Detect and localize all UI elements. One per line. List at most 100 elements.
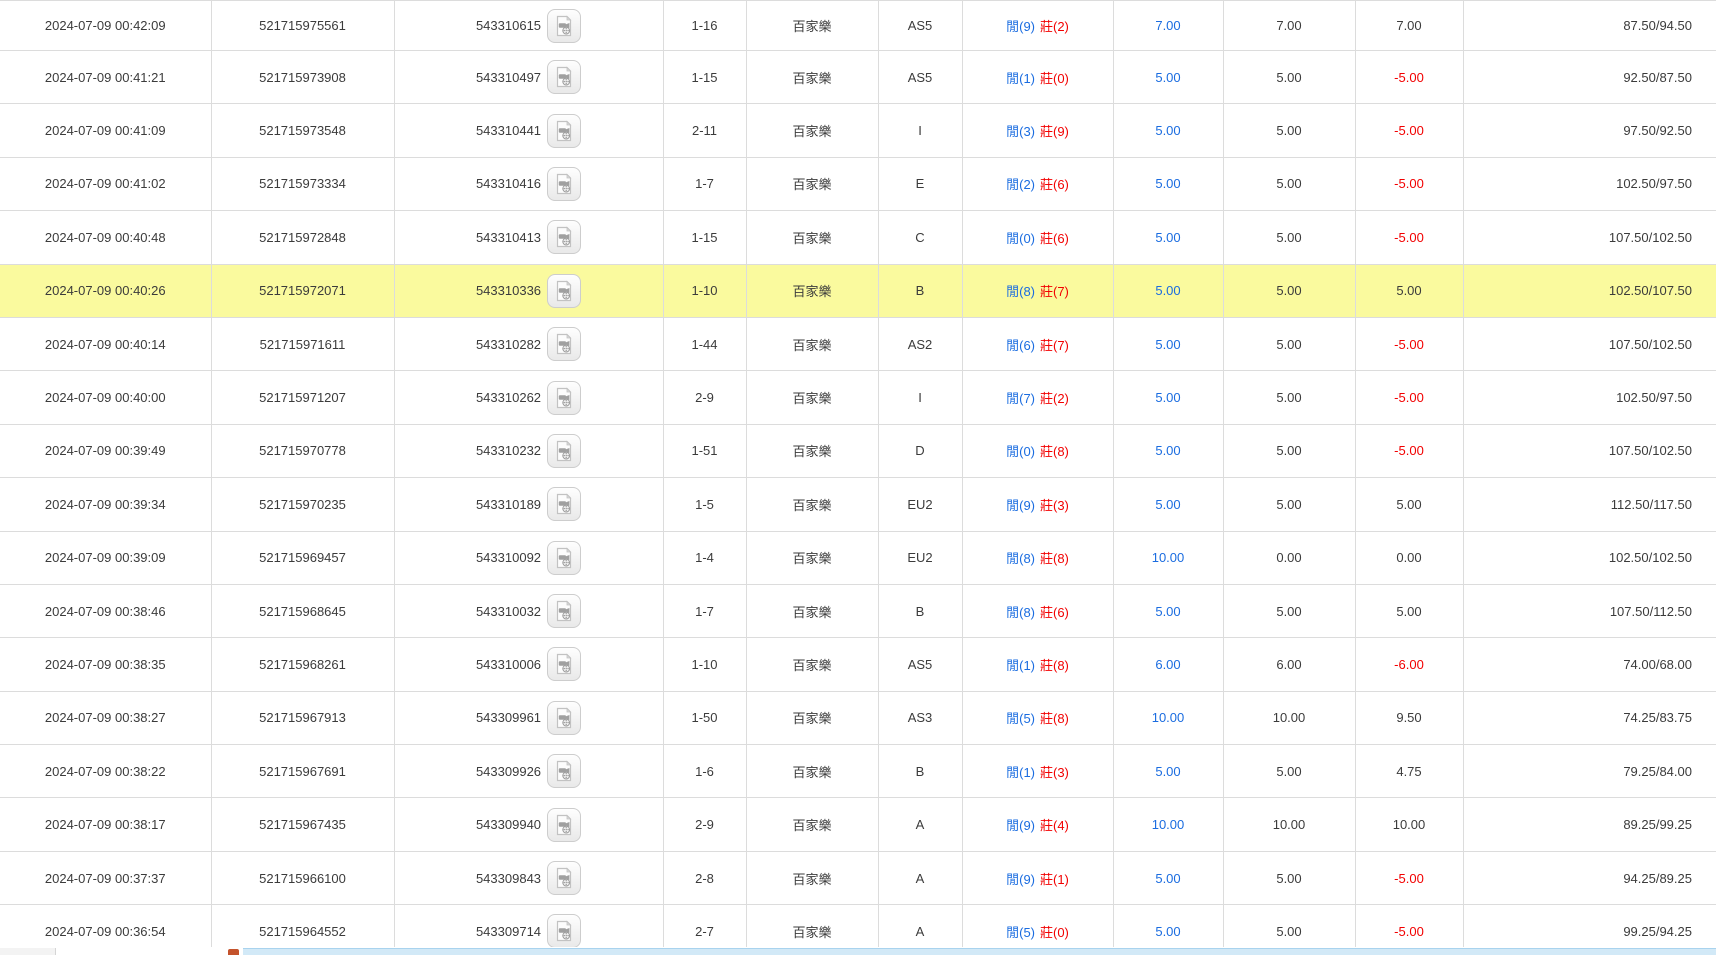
bet-amount-cell: 5.00 — [1113, 104, 1223, 157]
video-replay-button[interactable] — [547, 114, 581, 148]
player-result: 閒(9) — [1006, 19, 1035, 34]
table-row[interactable]: 2024-07-09 00:37:37 521715966100 5433098… — [0, 851, 1716, 904]
table-row[interactable]: 2024-07-09 00:41:21 521715973908 5433104… — [0, 51, 1716, 104]
table-row[interactable]: 2024-07-09 00:40:48 521715972848 5433104… — [0, 211, 1716, 264]
win-loss-cell: -5.00 — [1355, 851, 1463, 904]
bet-id-cell: 521715971207 — [211, 371, 394, 424]
bet-amount-link[interactable]: 5.00 — [1155, 443, 1180, 458]
bet-amount-link[interactable]: 10.00 — [1152, 817, 1185, 832]
video-replay-button[interactable] — [547, 60, 581, 94]
bet-amount-cell: 7.00 — [1113, 1, 1223, 51]
table-no-cell: 1-15 — [663, 51, 746, 104]
video-icon — [553, 920, 575, 942]
bet-amount-link[interactable]: 10.00 — [1152, 710, 1185, 725]
bet-time-cell: 2024-07-09 00:40:26 — [0, 264, 211, 317]
bet-amount-cell: 5.00 — [1113, 211, 1223, 264]
bet-amount-link[interactable]: 6.00 — [1155, 657, 1180, 672]
bet-amount-link[interactable]: 5.00 — [1155, 764, 1180, 779]
video-replay-button[interactable] — [547, 541, 581, 575]
result-cell: 閒(9)莊(1) — [962, 851, 1113, 904]
video-replay-button[interactable] — [547, 274, 581, 308]
bet-amount-link[interactable]: 5.00 — [1155, 176, 1180, 191]
table-row[interactable]: 2024-07-09 00:40:00 521715971207 5433102… — [0, 371, 1716, 424]
video-replay-button[interactable] — [547, 434, 581, 468]
bet-time-cell: 2024-07-09 00:40:48 — [0, 211, 211, 264]
pagination-track[interactable] — [243, 948, 1716, 955]
bet-amount-link[interactable]: 10.00 — [1152, 550, 1185, 565]
bet-time-cell: 2024-07-09 00:41:09 — [0, 104, 211, 157]
game-type-cell: 百家樂 — [746, 264, 878, 317]
video-replay-button[interactable] — [547, 381, 581, 415]
video-replay-button[interactable] — [547, 327, 581, 361]
video-replay-button[interactable] — [547, 9, 581, 43]
win-loss-cell: -5.00 — [1355, 317, 1463, 370]
video-icon — [553, 707, 575, 729]
balance-cell: 107.50/102.50 — [1463, 211, 1716, 264]
video-icon — [553, 173, 575, 195]
bet-amount-link[interactable]: 5.00 — [1155, 230, 1180, 245]
bet-amount-cell: 5.00 — [1113, 424, 1223, 477]
table-no-cell: 1-16 — [663, 1, 746, 51]
bet-amount-link[interactable]: 5.00 — [1155, 70, 1180, 85]
win-loss-cell: 5.00 — [1355, 264, 1463, 317]
room-code-cell: B — [878, 584, 962, 637]
bet-id-cell: 521715967913 — [211, 691, 394, 744]
table-row[interactable]: 2024-07-09 00:39:09 521715969457 5433100… — [0, 531, 1716, 584]
table-row[interactable]: 2024-07-09 00:41:02 521715973334 5433104… — [0, 157, 1716, 210]
table-row[interactable]: 2024-07-09 00:38:27 521715967913 5433099… — [0, 691, 1716, 744]
table-row[interactable]: 2024-07-09 00:38:46 521715968645 5433100… — [0, 584, 1716, 637]
bet-amount-link[interactable]: 5.00 — [1155, 497, 1180, 512]
video-replay-button[interactable] — [547, 701, 581, 735]
table-row[interactable]: 2024-07-09 00:38:17 521715967435 5433099… — [0, 798, 1716, 851]
video-replay-button[interactable] — [547, 167, 581, 201]
game-type-cell: 百家樂 — [746, 104, 878, 157]
video-icon — [553, 387, 575, 409]
player-result: 閒(2) — [1006, 177, 1035, 192]
table-no-cell: 1-44 — [663, 317, 746, 370]
win-loss-cell: 0.00 — [1355, 531, 1463, 584]
balance-cell: 107.50/102.50 — [1463, 317, 1716, 370]
round-id-cell: 543310006 — [394, 638, 663, 691]
valid-amount-cell: 5.00 — [1223, 371, 1355, 424]
bet-amount-link[interactable]: 7.00 — [1155, 18, 1180, 33]
room-code-cell: A — [878, 851, 962, 904]
table-row[interactable]: 2024-07-09 00:39:49 521715970778 5433102… — [0, 424, 1716, 477]
round-id-text: 543310092 — [476, 550, 541, 565]
balance-cell: 79.25/84.00 — [1463, 745, 1716, 798]
bet-amount-cell: 5.00 — [1113, 584, 1223, 637]
player-result: 閒(9) — [1006, 872, 1035, 887]
banker-result: 莊(3) — [1040, 498, 1069, 513]
video-replay-button[interactable] — [547, 594, 581, 628]
banker-result: 莊(6) — [1040, 177, 1069, 192]
bet-time-cell: 2024-07-09 00:39:09 — [0, 531, 211, 584]
bet-amount-link[interactable]: 5.00 — [1155, 604, 1180, 619]
table-row[interactable]: 2024-07-09 00:40:14 521715971611 5433102… — [0, 317, 1716, 370]
video-replay-button[interactable] — [547, 647, 581, 681]
table-row[interactable]: 2024-07-09 00:41:09 521715973548 5433104… — [0, 104, 1716, 157]
table-row[interactable]: 2024-07-09 00:38:35 521715968261 5433100… — [0, 638, 1716, 691]
banker-result: 莊(6) — [1040, 605, 1069, 620]
win-loss-cell: 5.00 — [1355, 584, 1463, 637]
bet-amount-link[interactable]: 5.00 — [1155, 283, 1180, 298]
bet-amount-link[interactable]: 5.00 — [1155, 123, 1180, 138]
table-row[interactable]: 2024-07-09 00:40:26 521715972071 5433103… — [0, 264, 1716, 317]
video-replay-button[interactable] — [547, 754, 581, 788]
result-cell: 閒(8)莊(8) — [962, 531, 1113, 584]
balance-cell: 102.50/107.50 — [1463, 264, 1716, 317]
round-id-text: 543310189 — [476, 497, 541, 512]
video-replay-button[interactable] — [547, 914, 581, 948]
table-row[interactable]: 2024-07-09 00:38:22 521715967691 5433099… — [0, 745, 1716, 798]
bet-amount-link[interactable]: 5.00 — [1155, 924, 1180, 939]
bet-amount-link[interactable]: 5.00 — [1155, 337, 1180, 352]
balance-cell: 74.25/83.75 — [1463, 691, 1716, 744]
video-replay-button[interactable] — [547, 220, 581, 254]
bet-amount-link[interactable]: 5.00 — [1155, 390, 1180, 405]
video-replay-button[interactable] — [547, 487, 581, 521]
player-result: 閒(1) — [1006, 71, 1035, 86]
video-replay-button[interactable] — [547, 861, 581, 895]
bet-amount-link[interactable]: 5.00 — [1155, 871, 1180, 886]
table-row[interactable]: 2024-07-09 00:39:34 521715970235 5433101… — [0, 478, 1716, 531]
game-type-cell: 百家樂 — [746, 211, 878, 264]
video-replay-button[interactable] — [547, 808, 581, 842]
table-row[interactable]: 2024-07-09 00:42:09 521715975561 5433106… — [0, 1, 1716, 51]
